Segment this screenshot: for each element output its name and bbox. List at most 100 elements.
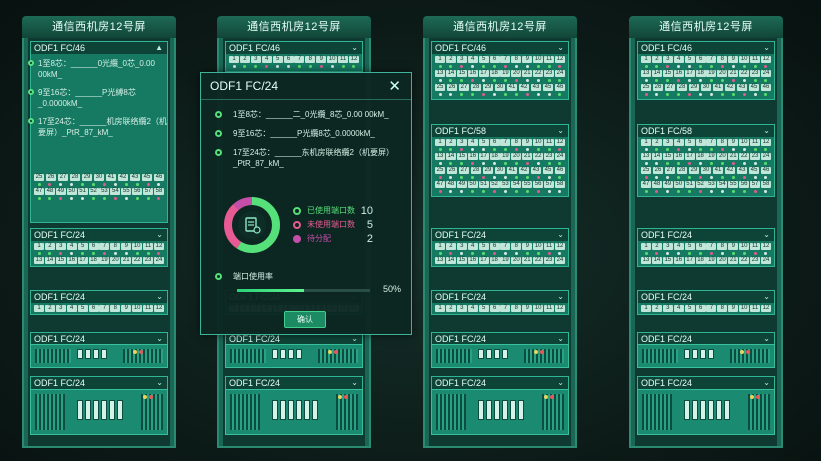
port[interactable]: 42: [519, 167, 529, 174]
port[interactable]: 3: [250, 56, 261, 63]
port[interactable]: 4: [673, 139, 684, 146]
drive-slot[interactable]: [716, 400, 722, 420]
drive-slot[interactable]: [478, 400, 484, 420]
port[interactable]: 5: [478, 243, 489, 250]
port[interactable]: 43: [737, 167, 747, 174]
port[interactable]: 1: [34, 305, 44, 312]
port[interactable]: 17: [478, 257, 489, 264]
port[interactable]: 9: [522, 56, 533, 63]
port[interactable]: 17: [478, 153, 489, 160]
port[interactable]: 9: [522, 243, 533, 250]
panel-title[interactable]: ODF1 FC/24 ⌄: [638, 229, 774, 241]
port[interactable]: 26: [46, 174, 56, 181]
port[interactable]: 41: [507, 84, 517, 91]
drive-slot[interactable]: [280, 349, 286, 359]
port[interactable]: 28: [70, 174, 80, 181]
port[interactable]: 46: [555, 84, 565, 91]
port[interactable]: 9: [728, 139, 739, 146]
port[interactable]: 25: [641, 84, 651, 91]
drive-slot[interactable]: [93, 349, 99, 359]
port[interactable]: 28: [471, 167, 481, 174]
port[interactable]: 2: [651, 305, 662, 312]
port[interactable]: 7: [500, 56, 511, 63]
port[interactable]: 54: [511, 181, 522, 188]
port[interactable]: 11: [544, 305, 555, 312]
port[interactable]: 8: [511, 305, 522, 312]
port[interactable]: 11: [544, 243, 555, 250]
port[interactable]: 55: [728, 181, 739, 188]
chevron-down-icon[interactable]: ⌄: [763, 42, 770, 54]
port[interactable]: 41: [106, 174, 116, 181]
drive-slot[interactable]: [502, 349, 508, 359]
port[interactable]: 8: [110, 243, 121, 250]
port[interactable]: 16: [673, 257, 684, 264]
chevron-down-icon[interactable]: ⌄: [156, 377, 163, 389]
port[interactable]: 5: [684, 139, 695, 146]
chevron-down-icon[interactable]: ⌄: [763, 229, 770, 241]
port[interactable]: 28: [677, 84, 687, 91]
port[interactable]: 20: [511, 257, 522, 264]
port[interactable]: 6: [695, 305, 706, 312]
port[interactable]: 51: [478, 181, 489, 188]
port[interactable]: 46: [761, 84, 771, 91]
port[interactable]: 8: [305, 56, 316, 63]
port[interactable]: 43: [130, 174, 140, 181]
port[interactable]: 12: [554, 139, 565, 146]
port[interactable]: 2: [651, 139, 662, 146]
drive-slot[interactable]: [494, 400, 500, 420]
port[interactable]: 11: [750, 56, 761, 63]
port[interactable]: 2: [445, 139, 456, 146]
port[interactable]: 1: [34, 243, 44, 250]
port[interactable]: 54: [110, 188, 121, 195]
port[interactable]: 10: [132, 243, 143, 250]
port[interactable]: 57: [143, 188, 154, 195]
port[interactable]: 17: [684, 153, 695, 160]
port[interactable]: 46: [761, 167, 771, 174]
panel-title[interactable]: ODF1 FC/46 ⌄: [638, 42, 774, 54]
drive-slot[interactable]: [288, 349, 294, 359]
port[interactable]: 5: [684, 243, 695, 250]
port[interactable]: 5: [684, 305, 695, 312]
port[interactable]: 19: [706, 153, 717, 160]
port[interactable]: 48: [44, 188, 55, 195]
port[interactable]: 13: [435, 70, 445, 77]
port[interactable]: 6: [88, 243, 99, 250]
port[interactable]: 16: [66, 257, 77, 264]
port[interactable]: 6: [695, 56, 706, 63]
port[interactable]: 24: [760, 70, 771, 77]
drive-slot[interactable]: [708, 349, 714, 359]
port[interactable]: 3: [662, 56, 673, 63]
drive-slot[interactable]: [77, 349, 83, 359]
port[interactable]: 29: [689, 167, 699, 174]
drive-slot[interactable]: [724, 400, 730, 420]
close-icon[interactable]: ✕: [388, 77, 401, 95]
port[interactable]: 2: [44, 305, 55, 312]
port[interactable]: 28: [677, 167, 687, 174]
drive-slot[interactable]: [296, 349, 302, 359]
port[interactable]: 18: [489, 257, 500, 264]
port[interactable]: 28: [471, 84, 481, 91]
drive-slot[interactable]: [494, 349, 500, 359]
port[interactable]: 11: [544, 139, 555, 146]
port[interactable]: 55: [121, 188, 132, 195]
port[interactable]: 25: [641, 167, 651, 174]
drive-slot[interactable]: [486, 349, 492, 359]
port[interactable]: 4: [467, 139, 478, 146]
port[interactable]: 50: [673, 181, 684, 188]
panel-title[interactable]: ODF1 FC/24 ⌄: [432, 291, 568, 303]
port[interactable]: 9: [728, 56, 739, 63]
port[interactable]: 6: [489, 139, 500, 146]
port[interactable]: 43: [737, 84, 747, 91]
port[interactable]: 27: [58, 174, 68, 181]
port[interactable]: 9: [728, 243, 739, 250]
port[interactable]: 21: [728, 153, 739, 160]
port[interactable]: 3: [55, 305, 66, 312]
port[interactable]: 6: [489, 56, 500, 63]
port[interactable]: 42: [725, 84, 735, 91]
port[interactable]: 10: [739, 56, 750, 63]
port[interactable]: 1: [229, 56, 239, 63]
port[interactable]: 11: [143, 305, 154, 312]
chevron-down-icon[interactable]: ⌄: [351, 377, 358, 389]
port[interactable]: 11: [750, 243, 761, 250]
port[interactable]: 9: [316, 56, 327, 63]
